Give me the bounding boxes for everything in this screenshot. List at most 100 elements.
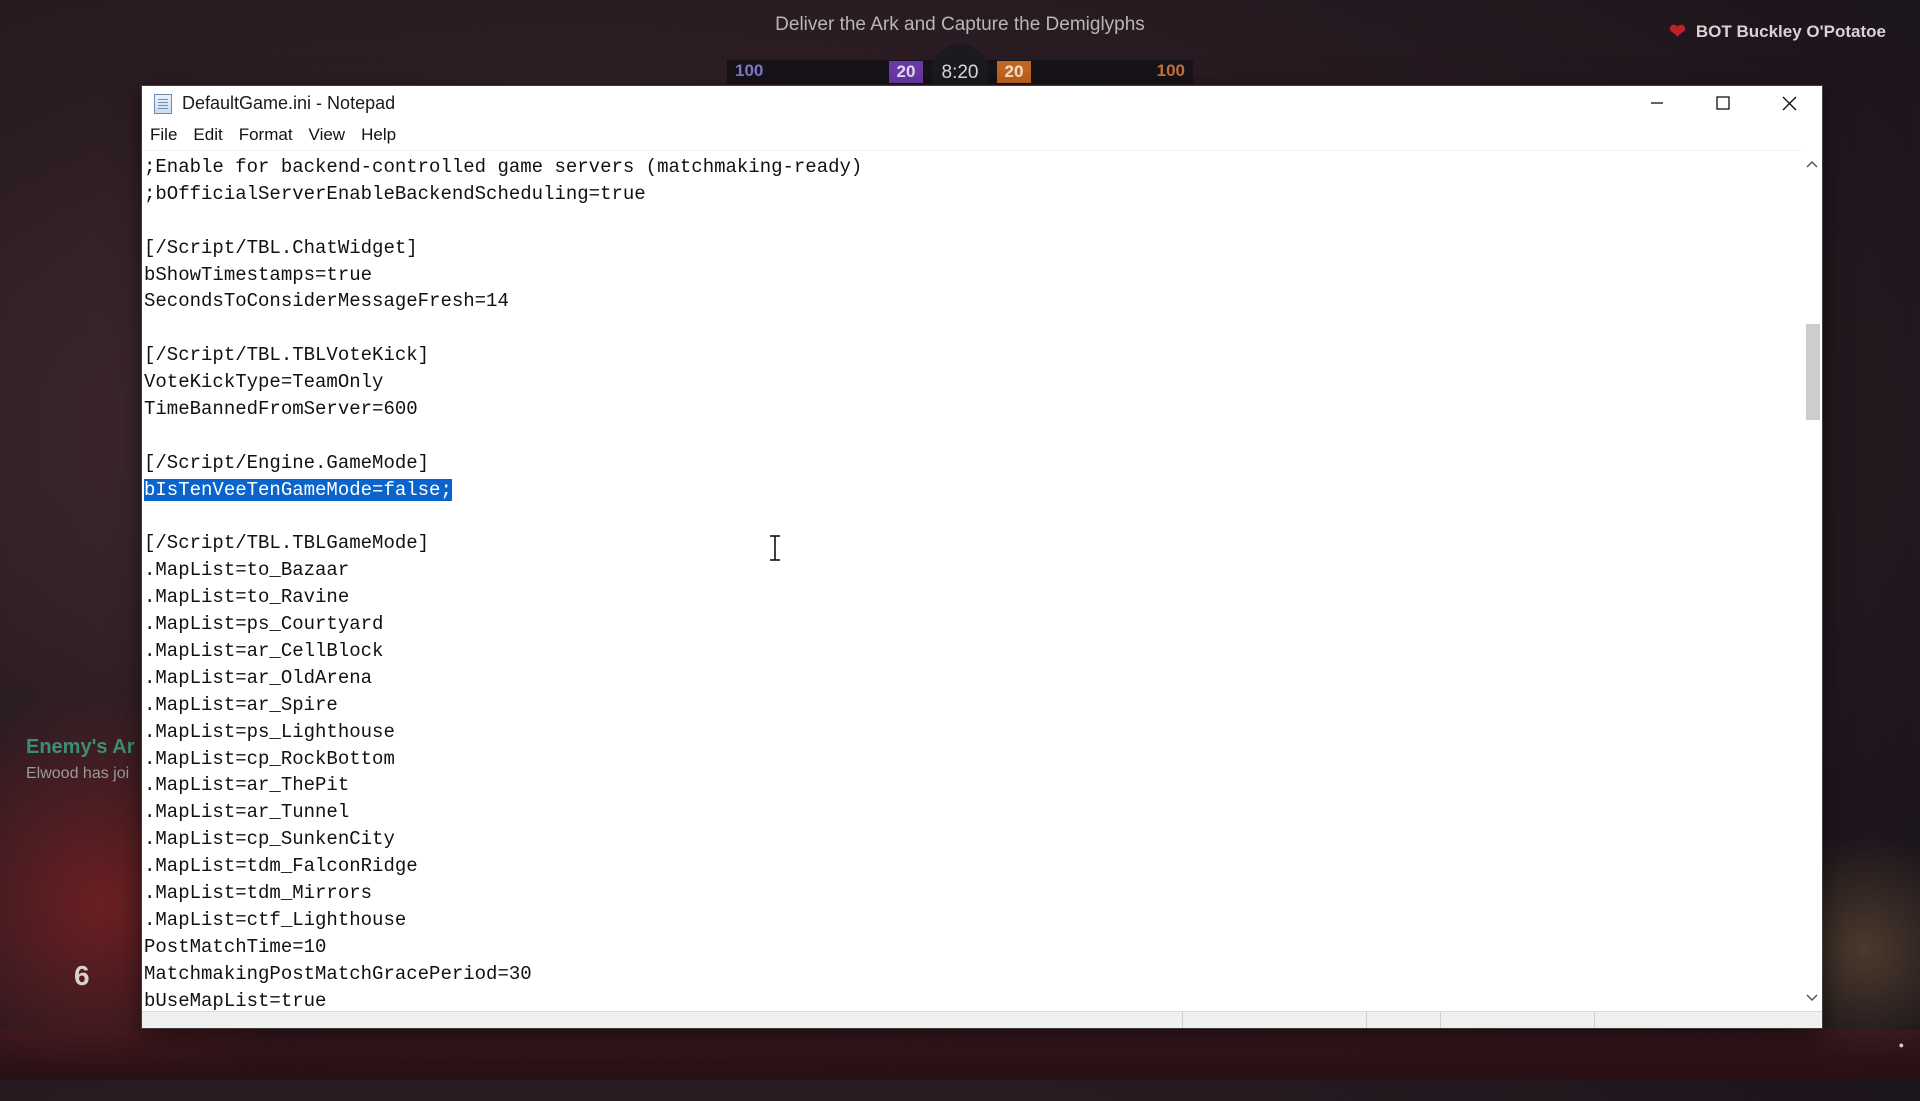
minimize-icon <box>1651 102 1663 104</box>
notepad-window: DefaultGame.ini - Notepad File Edit Form… <box>142 86 1822 1028</box>
menu-help[interactable]: Help <box>353 120 404 150</box>
text-line[interactable]: PostMatchTime=10 <box>142 934 1802 961</box>
right-team-score: 20 <box>997 61 1031 83</box>
maximize-button[interactable] <box>1690 86 1756 120</box>
line-text: [/Script/TBL.ChatWidget] <box>144 236 418 259</box>
line-text: .MapList=ctf_Lighthouse <box>144 908 407 931</box>
text-editor[interactable]: ;Enable for backend-controlled game serv… <box>142 150 1802 1101</box>
line-text: .MapList=cp_RockBottom <box>144 747 395 770</box>
text-line[interactable] <box>142 423 1802 450</box>
menu-edit[interactable]: Edit <box>185 120 230 150</box>
ammo-counter: 6 <box>74 960 90 991</box>
text-line[interactable] <box>142 504 1802 531</box>
line-text: SecondsToConsiderMessageFresh=14 <box>144 290 509 313</box>
status-cell-position <box>1182 1012 1367 1028</box>
text-line[interactable] <box>142 315 1802 342</box>
text-line[interactable]: bIsTenVeeTenGameMode=false; <box>142 477 1802 504</box>
status-cell-encoding <box>1594 1012 1729 1028</box>
text-line[interactable]: .MapList=ar_CellBlock <box>142 638 1802 665</box>
text-line[interactable]: [/Script/TBL.ChatWidget] <box>142 235 1802 262</box>
line-text: .MapList=ar_Spire <box>144 693 338 716</box>
feed-subtitle: Elwood has joi <box>26 765 130 782</box>
text-line[interactable]: .MapList=ctf_Lighthouse <box>142 907 1802 934</box>
line-text: .MapList=to_Ravine <box>144 586 350 609</box>
text-line[interactable] <box>142 208 1802 235</box>
text-line[interactable]: .MapList=ps_Lighthouse <box>142 719 1802 746</box>
text-content[interactable]: ;Enable for backend-controlled game serv… <box>142 151 1802 1015</box>
line-text: .MapList=ar_ThePit <box>144 774 350 797</box>
text-line[interactable]: ;Enable for backend-controlled game serv… <box>142 154 1802 181</box>
line-text: TimeBannedFromServer=600 <box>144 398 418 421</box>
menu-view[interactable]: View <box>301 120 354 150</box>
text-line[interactable]: .MapList=tdm_FalconRidge <box>142 853 1802 880</box>
scroll-thumb[interactable] <box>1806 324 1820 420</box>
status-cell-zoom <box>1366 1012 1441 1028</box>
minimize-button[interactable] <box>1624 86 1690 120</box>
scroll-up-button[interactable] <box>1806 158 1818 170</box>
text-line[interactable]: VoteKickType=TeamOnly <box>142 369 1802 396</box>
heart-icon: ❤ <box>1669 21 1686 43</box>
line-text: ;Enable for backend-controlled game serv… <box>144 156 863 178</box>
text-line[interactable]: .MapList=cp_RockBottom <box>142 746 1802 773</box>
left-team-hp: 100 <box>735 61 764 80</box>
text-line[interactable]: .MapList=cp_SunkenCity <box>142 826 1802 853</box>
text-line[interactable]: .MapList=ps_Courtyard <box>142 611 1802 638</box>
line-text: .MapList=ps_Lighthouse <box>144 720 395 743</box>
text-line[interactable]: bShowTimestamps=true <box>142 262 1802 289</box>
status-cell-line-ending <box>1440 1012 1595 1028</box>
text-line[interactable]: .MapList=ar_Tunnel <box>142 799 1802 826</box>
vertical-scrollbar[interactable] <box>1802 150 1822 1010</box>
line-text: [/Script/Engine.GameMode] <box>144 451 430 474</box>
text-line[interactable]: MatchmakingPostMatchGracePeriod=30 <box>142 961 1802 988</box>
line-text: .MapList=cp_SunkenCity <box>144 828 395 851</box>
text-line[interactable]: [/Script/TBL.TBLVoteKick] <box>142 342 1802 369</box>
feed-title: Enemy's Ar <box>26 736 135 758</box>
text-cursor-icon <box>770 535 780 561</box>
text-line[interactable]: .MapList=to_Bazaar <box>142 557 1802 584</box>
line-text: .MapList=ps_Courtyard <box>144 613 384 636</box>
window-title: DefaultGame.ini - Notepad <box>182 93 396 113</box>
line-text: [/Script/TBL.TBLVoteKick] <box>144 344 430 367</box>
player-tag: ❤ BOT Buckley O'Potatoe <box>1669 19 1886 44</box>
text-line[interactable]: [/Script/Engine.GameMode] <box>142 450 1802 477</box>
line-text: [/Script/TBL.TBLGameMode] <box>144 532 430 555</box>
text-line[interactable]: .MapList=ar_ThePit <box>142 772 1802 799</box>
text-line[interactable]: SecondsToConsiderMessageFresh=14 <box>142 288 1802 315</box>
line-text: ;bOfficialServerEnableBackendScheduling=… <box>144 182 646 205</box>
chevron-down-icon <box>1806 994 1818 1002</box>
notepad-icon <box>154 94 172 114</box>
team-scorebar: 100 20 8:20 20 100 <box>727 44 1193 102</box>
title-bar[interactable]: DefaultGame.ini - Notepad <box>142 86 1822 120</box>
line-text: VoteKickType=TeamOnly <box>144 371 384 394</box>
maximize-icon <box>1716 96 1730 110</box>
text-line[interactable]: [/Script/TBL.TBLGameMode] <box>142 530 1802 557</box>
right-team-hp: 100 <box>1156 61 1185 80</box>
scroll-down-button[interactable] <box>1806 992 1818 1004</box>
close-icon <box>1782 96 1796 110</box>
line-text: .MapList=ar_Tunnel <box>144 801 350 824</box>
text-line[interactable]: TimeBannedFromServer=600 <box>142 396 1802 423</box>
selected-text: bIsTenVeeTenGameMode=false; <box>144 478 452 501</box>
line-text: PostMatchTime=10 <box>144 935 327 958</box>
left-team-score: 20 <box>889 61 923 83</box>
line-text: .MapList=ar_CellBlock <box>144 640 384 663</box>
line-text: MatchmakingPostMatchGracePeriod=30 <box>144 962 532 985</box>
text-line[interactable]: .MapList=tdm_Mirrors <box>142 880 1802 907</box>
line-text: .MapList=ar_OldArena <box>144 666 373 689</box>
menu-file[interactable]: File <box>142 120 185 150</box>
text-line[interactable]: .MapList=ar_Spire <box>142 692 1802 719</box>
text-line[interactable]: .MapList=ar_OldArena <box>142 665 1802 692</box>
menu-format[interactable]: Format <box>231 120 301 150</box>
menu-bar: File Edit Format View Help <box>142 120 1822 150</box>
line-text: bUseMapList=true <box>144 989 327 1012</box>
text-line[interactable]: .MapList=to_Ravine <box>142 584 1802 611</box>
close-button[interactable] <box>1756 86 1822 120</box>
chevron-up-icon <box>1806 160 1818 168</box>
channel-watermark-icon: ● <box>1898 1040 1904 1050</box>
kill-feed: Enemy's Ar Elwood has joi <box>26 736 135 783</box>
line-text: .MapList=to_Bazaar <box>144 559 350 582</box>
line-text: bShowTimestamps=true <box>144 263 373 286</box>
text-line[interactable]: ;bOfficialServerEnableBackendScheduling=… <box>142 181 1802 208</box>
objective-text: Deliver the Ark and Capture the Demiglyp… <box>775 14 1145 35</box>
line-text: .MapList=tdm_FalconRidge <box>144 855 418 878</box>
